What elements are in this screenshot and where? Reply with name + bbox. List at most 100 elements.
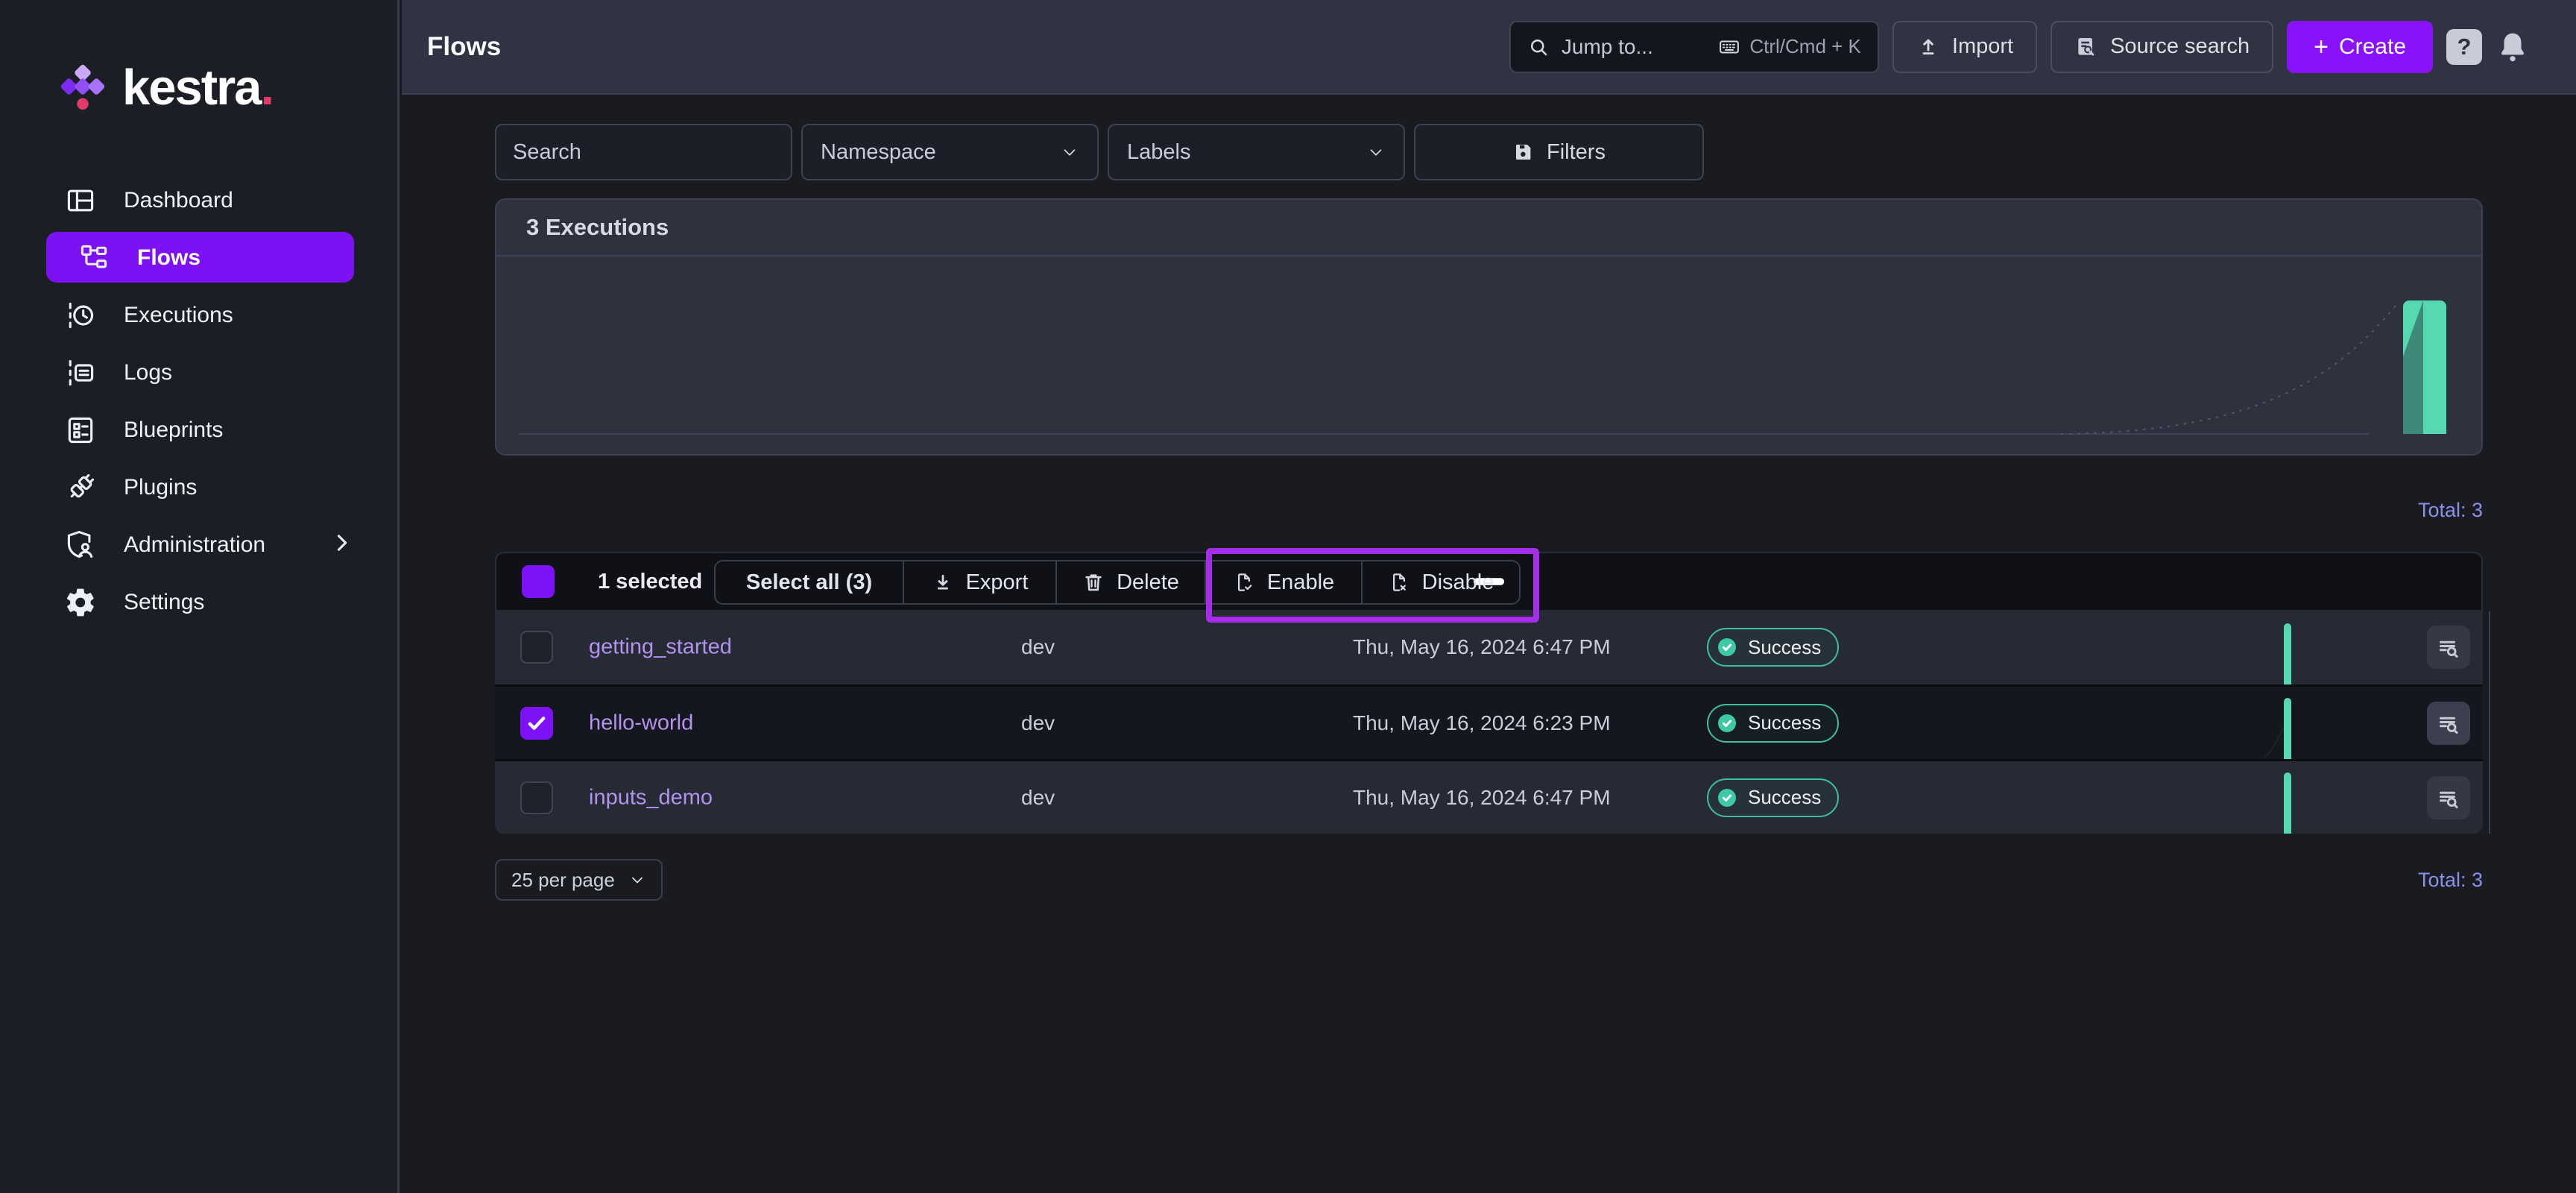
create-button[interactable]: + Create — [2287, 21, 2433, 73]
notifications-bell-icon[interactable] — [2496, 30, 2530, 64]
sidebar-item-plugins[interactable]: Plugins — [0, 459, 400, 516]
executions-bar-chart[interactable] — [496, 258, 2481, 456]
flow-link[interactable]: getting_started — [589, 635, 732, 660]
labels-select[interactable]: Labels — [1108, 124, 1405, 180]
administration-shield-icon — [64, 529, 97, 561]
namespace-cell: dev — [1021, 635, 1055, 659]
executions-panel: 3 Executions — [495, 198, 2483, 456]
row-executions-log-button[interactable] — [2427, 776, 2470, 819]
file-search-icon — [2074, 35, 2098, 59]
chevron-down-icon — [1366, 142, 1386, 162]
jump-to-search[interactable]: Jump to... Ctrl/Cmd + K — [1509, 21, 1879, 73]
sidebar-item-settings[interactable]: Settings — [0, 573, 400, 631]
sidebar-item-dashboard[interactable]: Dashboard — [0, 171, 400, 229]
namespace-cell: dev — [1021, 711, 1055, 735]
status-badge: Success — [1707, 628, 1839, 667]
mini-execution-bar — [2284, 623, 2291, 684]
import-button[interactable]: Import — [1892, 21, 2037, 73]
mini-execution-bar — [2284, 698, 2291, 759]
mini-execution-bar — [2284, 772, 2291, 834]
download-icon — [932, 571, 954, 594]
source-search-button[interactable]: Source search — [2051, 21, 2273, 73]
sidebar: kestra. Dashboard Flows Executions — [0, 0, 400, 1193]
mini-chart-tail — [2263, 726, 2285, 759]
jump-to-label: Jump to... — [1562, 35, 1653, 59]
help-button[interactable]: ? — [2446, 29, 2482, 65]
row-checkbox[interactable] — [520, 631, 553, 664]
filter-row: Namespace Labels Filters — [495, 124, 1704, 180]
last-execution-date: Thu, May 16, 2024 6:47 PM — [1353, 786, 1611, 810]
row-checkbox[interactable] — [520, 707, 553, 740]
namespace-cell: dev — [1021, 786, 1055, 810]
kestra-app: kestra. Dashboard Flows Executions — [0, 0, 2576, 1193]
namespace-select[interactable]: Namespace — [801, 124, 1099, 180]
chevron-right-icon — [329, 530, 354, 559]
delete-button[interactable]: Delete — [1057, 561, 1206, 603]
settings-gear-icon — [64, 586, 97, 619]
chevron-down-icon — [1060, 142, 1079, 162]
kestra-logo[interactable]: kestra. — [60, 63, 273, 113]
flow-link[interactable]: hello-world — [589, 711, 693, 735]
trash-icon — [1082, 571, 1105, 594]
text-search-icon — [2435, 710, 2462, 737]
sidebar-item-flows[interactable]: Flows — [0, 229, 400, 286]
sidebar-item-blueprints[interactable]: Blueprints — [0, 401, 400, 459]
executions-count-title: 3 Executions — [526, 214, 669, 241]
row-executions-log-button[interactable] — [2427, 702, 2470, 745]
mini-chart-tail — [2263, 652, 2285, 684]
bulk-actions-bar: 1 selected Select all (3) Export Delete — [495, 552, 2483, 610]
bulk-buttons-group: Select all (3) Export Delete Enable — [714, 560, 1521, 605]
search-icon — [1527, 36, 1550, 58]
row-checkbox[interactable] — [520, 781, 553, 814]
file-x-icon — [1388, 571, 1410, 594]
page-title: Flows — [427, 32, 501, 62]
chevron-down-icon — [628, 871, 646, 889]
success-check-icon — [1715, 635, 1739, 659]
mini-chart-tail — [2263, 801, 2285, 834]
flows-table: 1 selected Select all (3) Export Delete — [495, 552, 2483, 834]
main-content: Namespace Labels Filters 3 Executions — [402, 96, 2576, 1193]
table-row-getting-started[interactable]: getting_started dev Thu, May 16, 2024 6:… — [495, 610, 2483, 684]
select-all-button[interactable]: Select all (3) — [716, 561, 904, 603]
table-row-inputs-demo[interactable]: inputs_demo dev Thu, May 16, 2024 6:47 P… — [495, 759, 2483, 834]
executions-panel-header: 3 Executions — [496, 200, 2481, 256]
row-executions-log-button[interactable] — [2427, 626, 2470, 669]
sidebar-item-administration[interactable]: Administration — [0, 516, 400, 573]
disable-button[interactable]: Disable — [1363, 561, 1519, 603]
topbar-controls: Jump to... Ctrl/Cmd + K Import Sour — [1509, 21, 2530, 73]
text-search-icon — [2435, 784, 2462, 811]
last-execution-date: Thu, May 16, 2024 6:47 PM — [1353, 635, 1611, 659]
blueprints-icon — [64, 414, 97, 447]
sidebar-item-executions[interactable]: Executions — [0, 286, 400, 344]
per-page-select[interactable]: 25 per page — [495, 859, 663, 901]
topbar: Flows Jump to... Ctrl/Cmd + K Import — [402, 0, 2576, 95]
search-input[interactable] — [513, 140, 794, 165]
text-search-icon — [2435, 634, 2462, 661]
export-button[interactable]: Export — [904, 561, 1057, 603]
kestra-logo-icon — [60, 63, 106, 113]
select-all-checkbox[interactable] — [522, 565, 555, 598]
file-check-icon — [1233, 571, 1255, 594]
save-filters-icon — [1512, 141, 1535, 163]
last-execution-date: Thu, May 16, 2024 6:23 PM — [1353, 711, 1611, 735]
success-check-icon — [1715, 711, 1739, 735]
logs-icon — [64, 356, 97, 389]
executions-icon — [64, 299, 97, 332]
plugins-icon — [64, 471, 97, 504]
pagination-row: 25 per page Total: 3 — [495, 859, 2483, 901]
plus-icon: + — [2314, 34, 2329, 60]
search-field — [495, 124, 792, 180]
flow-link[interactable]: inputs_demo — [589, 785, 713, 810]
table-total: Total: 3 — [2418, 869, 2483, 892]
dashboard-icon — [64, 184, 97, 217]
sidebar-nav: Dashboard Flows Executions Logs — [0, 171, 400, 631]
status-badge: Success — [1707, 704, 1839, 743]
shortcut-hint: Ctrl/Cmd + K — [1718, 35, 1861, 58]
table-right-border — [2489, 611, 2490, 834]
table-row-hello-world[interactable]: hello-world dev Thu, May 16, 2024 6:23 P… — [495, 684, 2483, 759]
success-check-icon — [1715, 786, 1739, 810]
filters-button[interactable]: Filters — [1414, 124, 1704, 180]
sidebar-item-logs[interactable]: Logs — [0, 344, 400, 401]
enable-button[interactable]: Enable — [1206, 561, 1363, 603]
bulk-left: 1 selected — [496, 565, 702, 598]
